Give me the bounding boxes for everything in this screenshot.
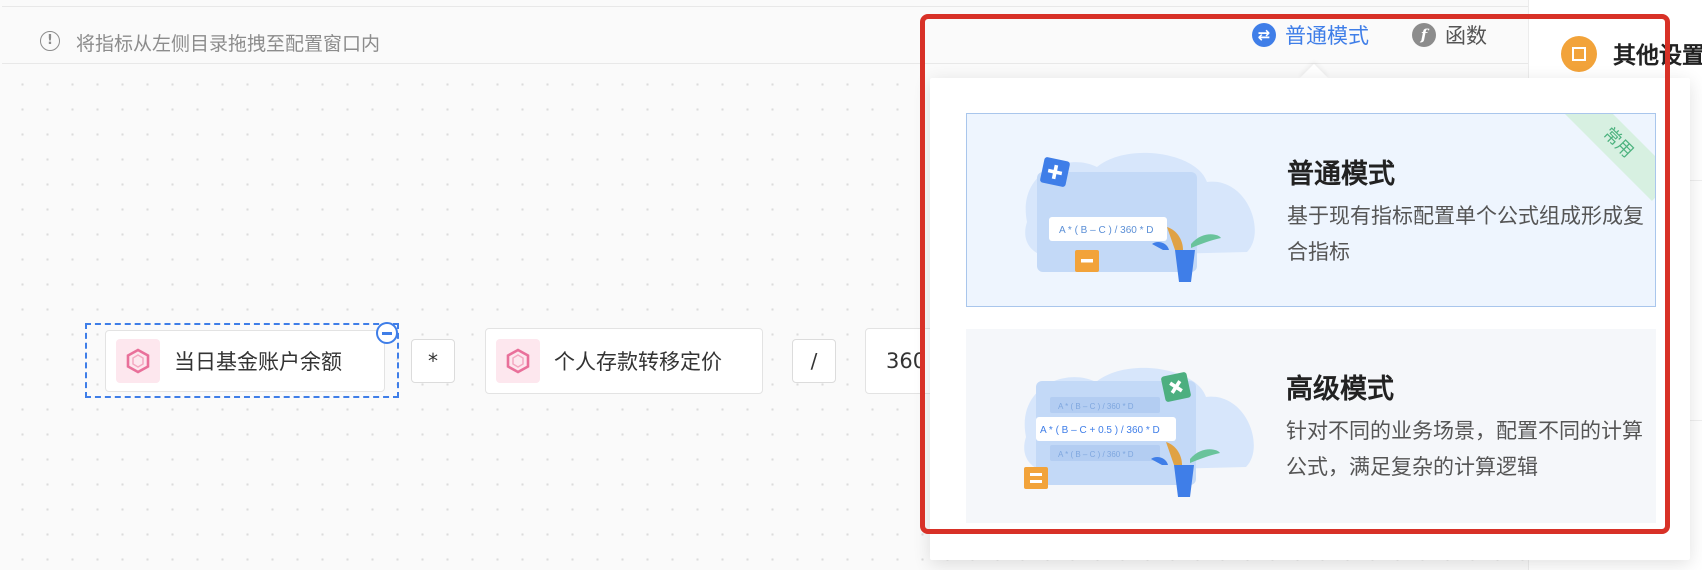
settings-section-icon [1561,36,1597,72]
advanced-mode-illustration: A * ( B – C ) / 360 * D A * ( B – C + 0.… [1024,367,1254,497]
operator-divide[interactable]: / [792,339,836,383]
card-description: 针对不同的业务场景，配置不同的计算公式，满足复杂的计算逻辑 [1286,419,1643,479]
minus-icon [382,331,392,335]
equals-icon [1024,467,1048,489]
svg-text:A * ( B – C + 0.5 ) / 360 * D: A * ( B – C + 0.5 ) / 360 * D [1040,425,1160,436]
normal-mode-illustration: A * ( B – C ) / 360 * D [1025,152,1255,282]
swap-icon: ⇄ [1252,23,1276,47]
card-description: 基于现有指标配置单个公式组成形成复合指标 [1287,204,1644,264]
indicator-icon [496,339,540,383]
function-icon: f [1412,23,1436,47]
function-mode-label: 函数 [1445,24,1487,48]
svg-text:A * ( B – C ) / 360 * D: A * ( B – C ) / 360 * D [1058,450,1134,459]
operator-multiply[interactable]: * [411,339,455,383]
function-mode-switch[interactable]: f 函数 [1412,20,1487,50]
multiply-icon [1161,372,1191,402]
normal-mode-label: 普通模式 [1285,24,1369,48]
svg-text:A * ( B – C ) / 360 * D: A * ( B – C ) / 360 * D [1058,402,1134,411]
normal-mode-switch[interactable]: ⇄ 普通模式 [1252,20,1369,50]
info-icon: ! [40,31,60,51]
token-label: 当日基金账户余额 [174,350,342,374]
normal-mode-card[interactable]: A * ( B – C ) / 360 * D 普通模式 基于现有指标配置单个公… [966,113,1656,307]
card-title: 高级模式 [1286,374,1394,405]
formula-token-indicator-2[interactable]: 个人存款转移定价 [485,328,763,394]
svg-text:A * ( B – C ) / 360 * D: A * ( B – C ) / 360 * D [1059,225,1153,236]
token-label: 个人存款转移定价 [554,350,722,374]
common-badge: 常用 [1560,114,1655,201]
hint-text: 将指标从左侧目录拖拽至配置窗口内 [76,33,381,55]
indicator-icon [116,339,160,383]
formula-token-indicator-1[interactable]: 当日基金账户余额 [105,330,385,392]
plus-icon [1040,157,1070,187]
card-title: 普通模式 [1287,159,1395,190]
minus-icon [1075,250,1099,272]
advanced-mode-card[interactable]: A * ( B – C ) / 360 * D A * ( B – C + 0.… [966,329,1656,523]
mode-select-popover: A * ( B – C ) / 360 * D 普通模式 基于现有指标配置单个公… [930,78,1690,560]
remove-token-button[interactable] [376,322,398,344]
settings-section-title: 其他设置 [1613,43,1702,69]
